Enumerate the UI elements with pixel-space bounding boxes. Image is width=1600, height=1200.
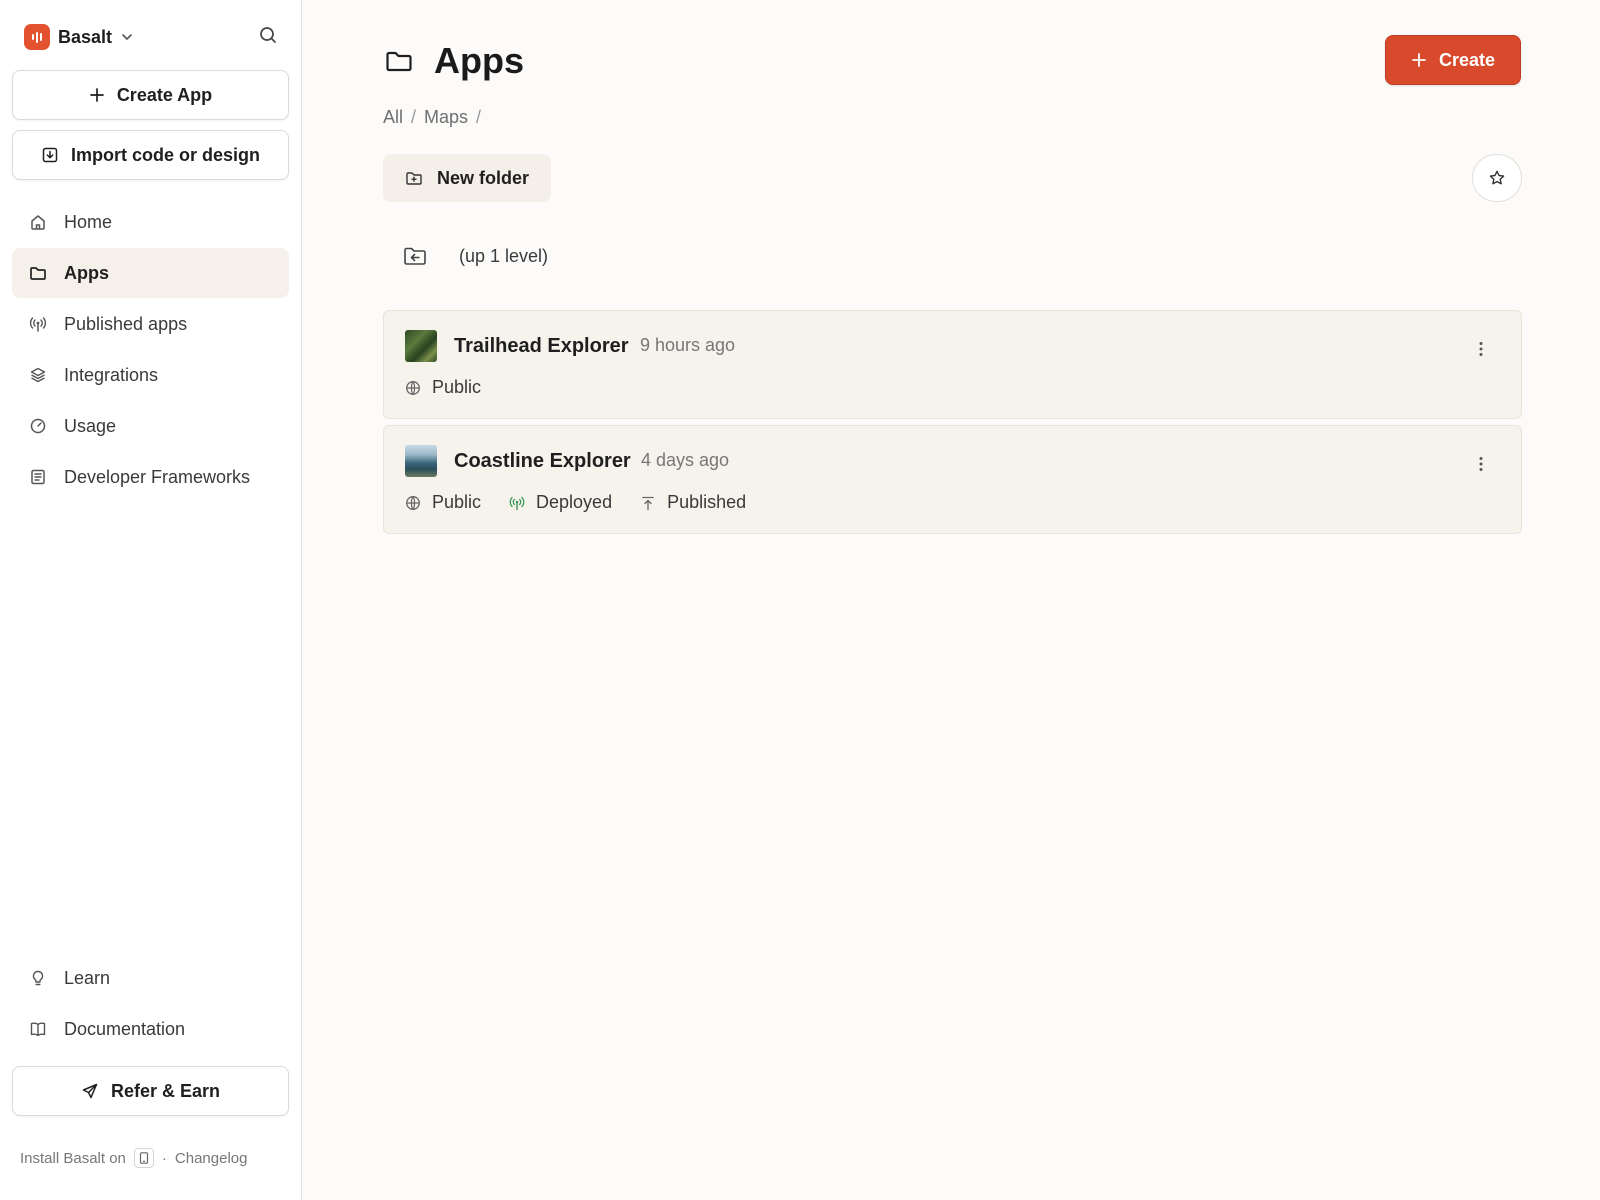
page-title: Apps [434, 40, 524, 81]
import-icon [41, 146, 59, 164]
folder-plus-icon [405, 169, 423, 187]
basalt-logo-icon [24, 24, 50, 50]
sidebar-item-label: Documentation [64, 1018, 186, 1039]
sidebar-nav: Home Apps Published apps Integrations Us… [12, 197, 289, 503]
sidebar-item-published-apps[interactable]: Published apps [12, 299, 289, 349]
broadcast-icon [509, 495, 525, 511]
footer-separator: · [161, 1149, 167, 1167]
app-thumbnail [405, 445, 437, 477]
folder-up-icon [403, 245, 427, 267]
create-button[interactable]: Create [1385, 35, 1521, 85]
visibility-tag: Public [405, 377, 481, 398]
sidebar-item-label: Apps [64, 262, 109, 283]
page-header: Apps [384, 40, 524, 82]
sidebar-item-integrations[interactable]: Integrations [12, 350, 289, 400]
sidebar: Basalt Create App Import code or design … [0, 0, 302, 1200]
sidebar-item-label: Home [64, 211, 113, 232]
import-button[interactable]: Import code or design [12, 130, 289, 180]
sidebar-item-home[interactable]: Home [12, 197, 289, 247]
app-list: Trailhead Explorer 9 hours ago Public Co… [383, 310, 1522, 540]
chevron-down-icon [120, 30, 134, 44]
star-icon [1488, 169, 1506, 187]
home-icon [28, 213, 48, 231]
globe-icon [405, 380, 421, 396]
app-name[interactable]: Coastline Explorer [454, 450, 631, 473]
create-app-button[interactable]: Create App [12, 70, 289, 120]
workspace-switcher[interactable]: Basalt [24, 22, 278, 52]
book-icon [28, 1020, 48, 1038]
app-card-coastline-explorer[interactable]: Coastline Explorer 4 days ago Public Dep… [383, 425, 1522, 534]
new-folder-label: New folder [437, 167, 530, 188]
published-tag: Published [640, 492, 746, 513]
app-name[interactable]: Trailhead Explorer [454, 335, 629, 358]
sidebar-item-label: Developer Frameworks [64, 466, 251, 487]
install-text[interactable]: Install Basalt on [20, 1150, 126, 1167]
folder-icon [384, 46, 414, 76]
visibility-tag: Public [405, 492, 481, 513]
plus-icon [89, 87, 105, 103]
up-level-row[interactable]: (up 1 level) [383, 232, 548, 280]
more-options-icon[interactable] [1471, 337, 1491, 361]
refer-earn-label: Refer & Earn [110, 1080, 221, 1101]
sidebar-item-label: Learn [64, 967, 111, 988]
app-time: 9 hours ago [640, 335, 736, 355]
folder-icon [28, 264, 48, 282]
app-thumbnail [405, 330, 437, 362]
plus-icon [1411, 52, 1427, 68]
sidebar-item-label: Usage [64, 415, 117, 436]
app-time: 4 days ago [641, 450, 730, 470]
breadcrumb-separator: / [476, 107, 482, 127]
import-label: Import code or design [70, 144, 261, 165]
tag-label: Deployed [536, 492, 613, 512]
more-options-icon[interactable] [1471, 452, 1491, 476]
upload-icon [640, 495, 656, 511]
new-folder-button[interactable]: New folder [383, 154, 551, 202]
breadcrumb-maps[interactable]: Maps [424, 107, 468, 128]
tag-label: Public [432, 492, 482, 512]
mobile-phone-icon[interactable] [133, 1148, 154, 1168]
sidebar-item-learn[interactable]: Learn [12, 953, 289, 1003]
tag-label: Published [667, 492, 747, 512]
sidebar-item-documentation[interactable]: Documentation [12, 1004, 289, 1054]
search-icon[interactable] [258, 25, 278, 45]
refer-earn-button[interactable]: Refer & Earn [12, 1066, 289, 1116]
sidebar-bottom-nav: Learn Documentation [12, 953, 289, 1055]
broadcast-icon [28, 315, 48, 333]
changelog-link[interactable]: Changelog [175, 1150, 248, 1167]
sidebar-item-label: Published apps [64, 313, 188, 334]
sidebar-footer: Install Basalt on · Changelog [20, 1148, 247, 1168]
deployed-tag: Deployed [509, 492, 612, 513]
favorite-button[interactable] [1472, 154, 1522, 202]
breadcrumb-separator: / [411, 107, 417, 127]
app-tags: Public [405, 377, 509, 398]
gauge-icon [28, 417, 48, 435]
sidebar-item-apps[interactable]: Apps [12, 248, 289, 298]
globe-icon [405, 495, 421, 511]
workspace-name: Basalt [58, 26, 113, 47]
send-icon [81, 1082, 99, 1100]
breadcrumb-all[interactable]: All [383, 107, 403, 128]
sidebar-item-label: Integrations [64, 364, 159, 385]
lightbulb-icon [28, 969, 48, 987]
create-app-label: Create App [116, 84, 213, 105]
document-icon [28, 468, 48, 486]
create-label: Create [1438, 49, 1496, 70]
sidebar-item-developer-frameworks[interactable]: Developer Frameworks [12, 452, 289, 502]
tag-label: Public [432, 377, 482, 397]
layers-icon [28, 366, 48, 384]
breadcrumb: All / Maps / [383, 107, 481, 128]
sidebar-item-usage[interactable]: Usage [12, 401, 289, 451]
up-level-label: (up 1 level) [459, 245, 549, 266]
main-content: Apps Create All / Maps / New folder (up … [302, 0, 1600, 1200]
app-tags: Public Deployed Published [405, 492, 774, 513]
app-card-trailhead-explorer[interactable]: Trailhead Explorer 9 hours ago Public [383, 310, 1522, 419]
